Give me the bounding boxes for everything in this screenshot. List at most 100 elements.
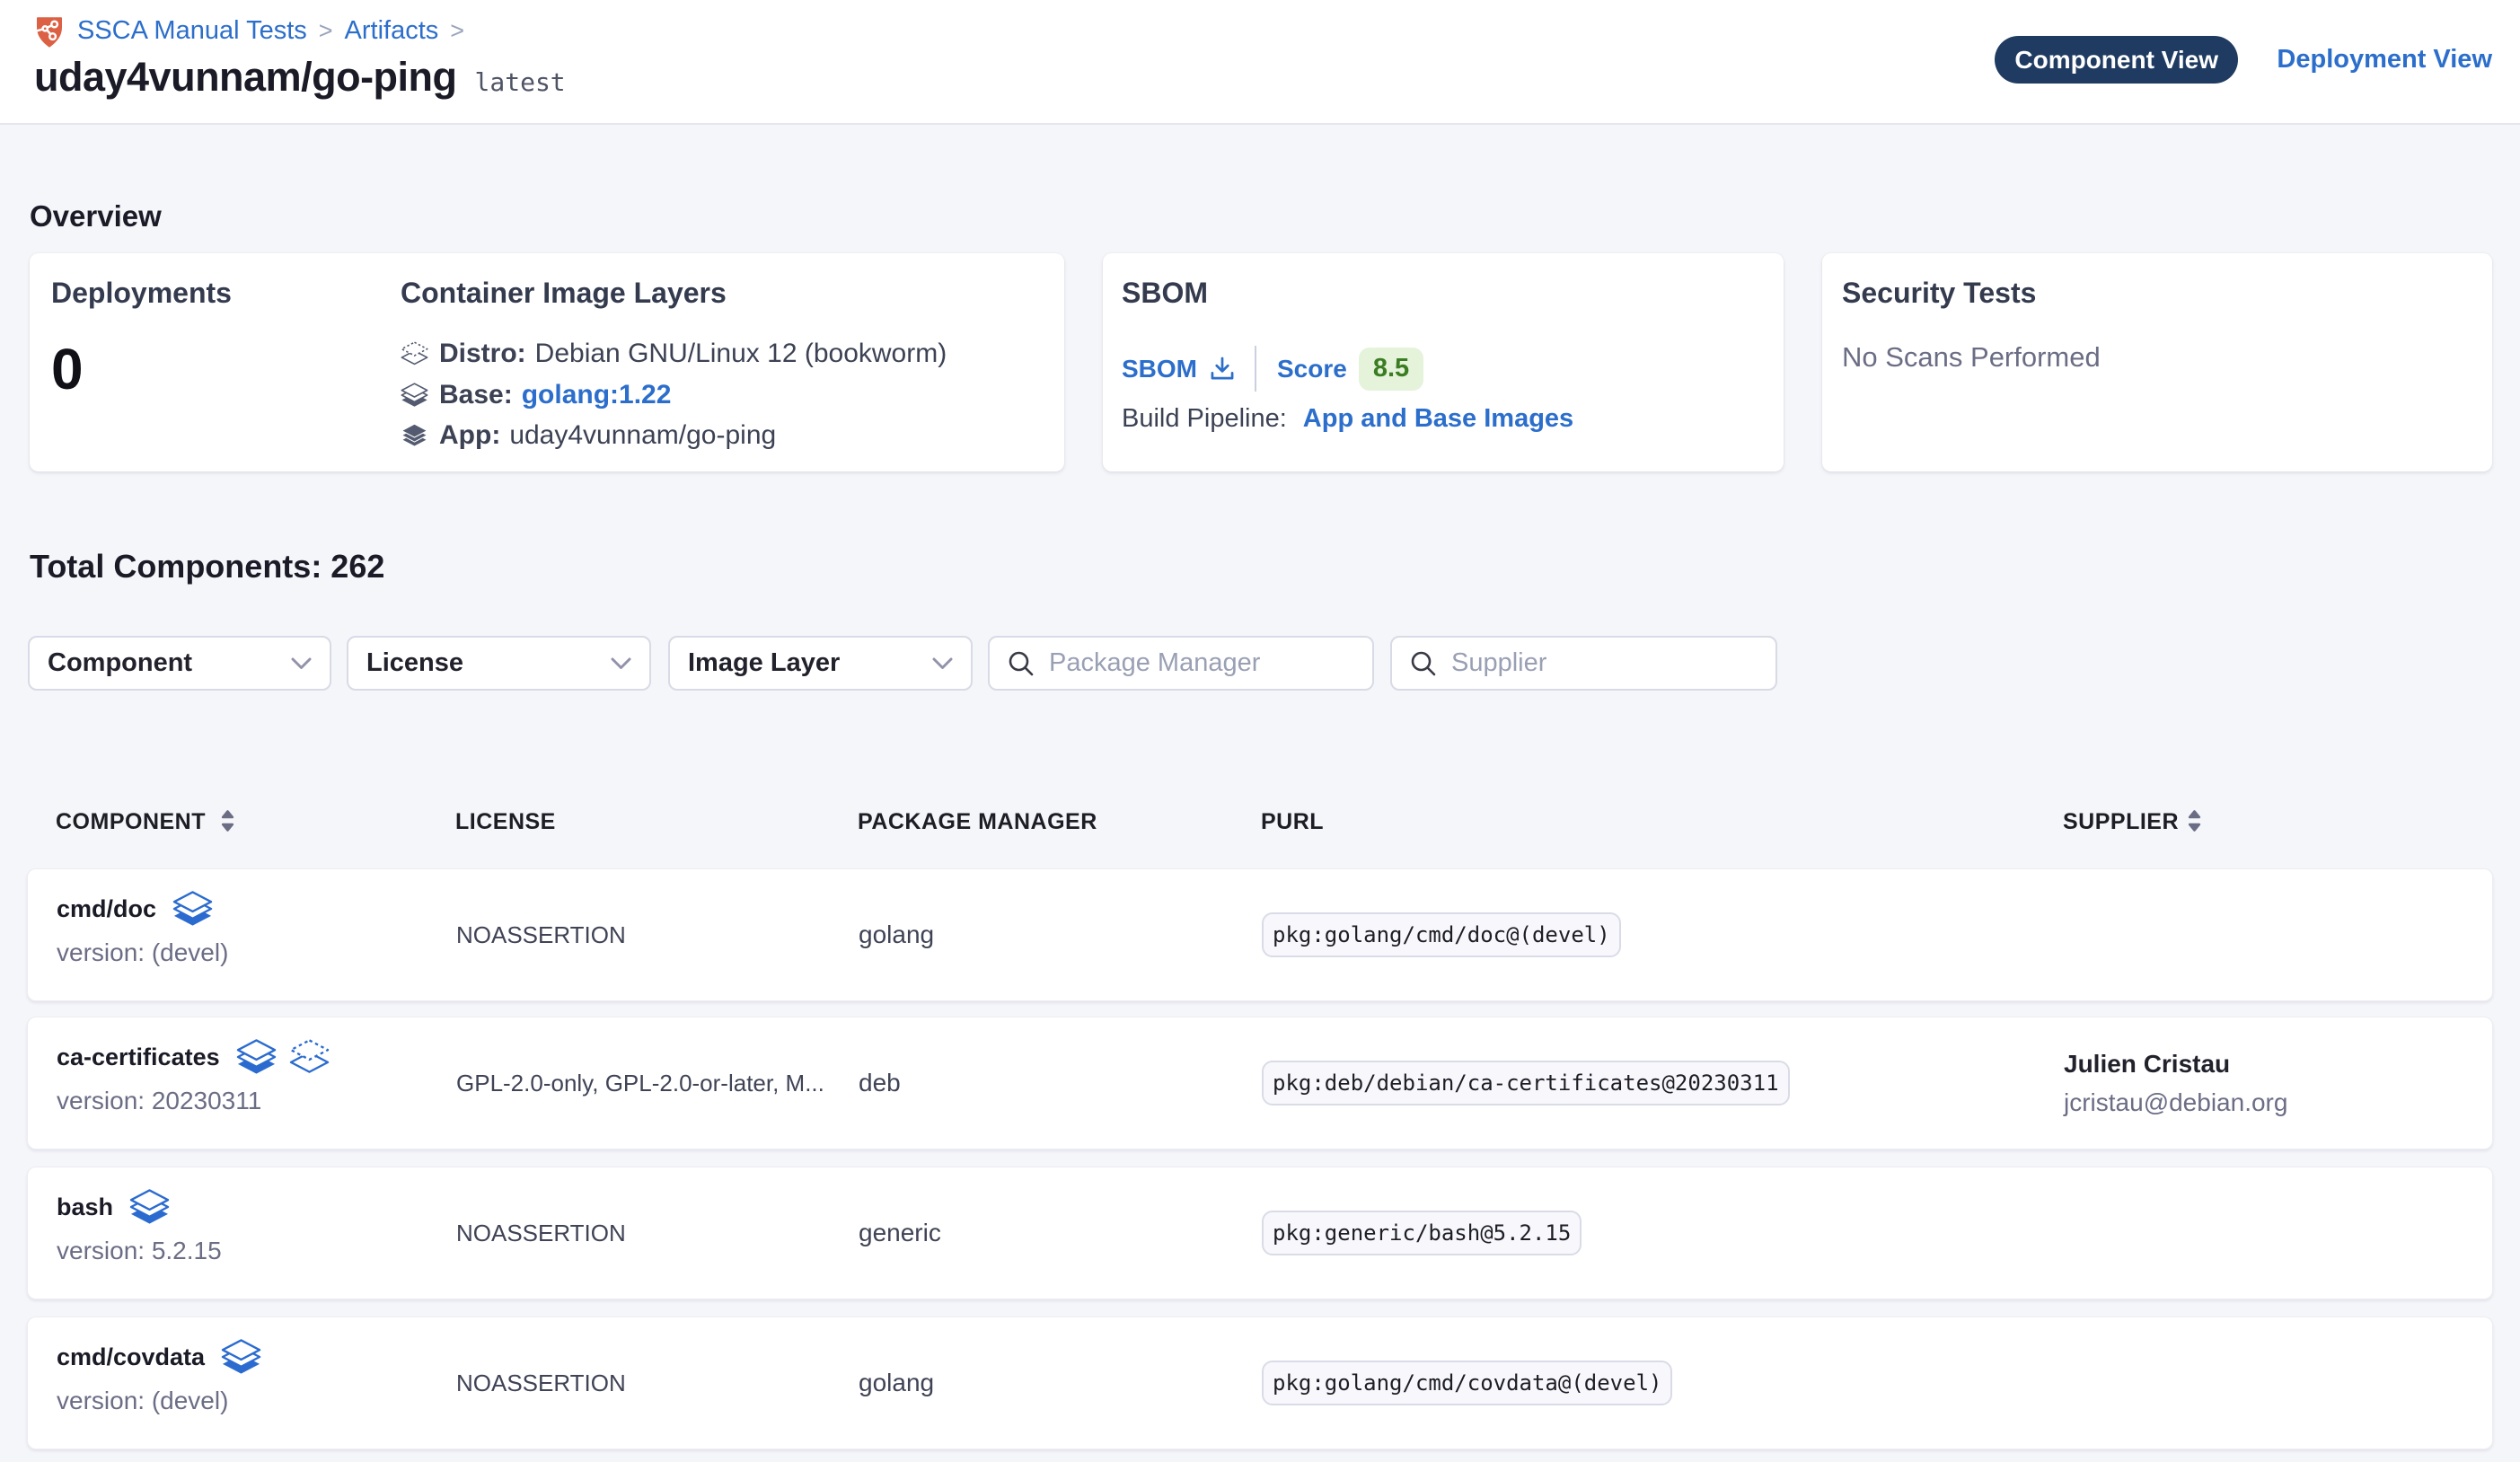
component-name[interactable]: ca-certificates — [57, 1044, 220, 1071]
supplier-cell: Julien Cristau jcristau@debian.org — [2064, 1017, 2287, 1149]
table-row[interactable]: cmd/doc version: (devel) NOASSERTION gol… — [27, 868, 2493, 1001]
page-title: uday4vunnam/go-ping — [34, 54, 457, 101]
purl-pill: pkg:generic/bash@5.2.15 — [1262, 1211, 1582, 1255]
column-header-component[interactable]: COMPONENT — [56, 809, 206, 835]
component-view-button[interactable]: Component View — [1995, 36, 2238, 84]
sbom-download-link[interactable]: SBOM — [1122, 355, 1197, 383]
package-manager-cell: golang — [859, 1317, 934, 1449]
table-row[interactable]: cmd/covdata version: (devel) NOASSERTION… — [27, 1317, 2493, 1449]
download-icon[interactable] — [1211, 357, 1234, 381]
sbom-title: SBOM — [1122, 277, 1208, 310]
component-cell: ca-certificates version: 20230311 — [57, 1039, 330, 1115]
component-cell: cmd/doc version: (devel) — [57, 891, 228, 967]
page-header: SSCA Manual Tests > Artifacts > uday4vun… — [0, 0, 2520, 125]
app-label: App: — [439, 420, 500, 451]
purl-pill: pkg:deb/debian/ca-certificates@20230311 — [1262, 1061, 1790, 1105]
build-pipeline-row: Build Pipeline: App and Base Images — [1122, 401, 1573, 436]
component-version: version: (devel) — [57, 938, 228, 967]
no-scans-text: No Scans Performed — [1842, 341, 2101, 374]
component-version: version: 20230311 — [57, 1087, 330, 1115]
title-row: uday4vunnam/go-ping latest — [34, 54, 566, 101]
chevron-down-icon — [932, 657, 953, 670]
build-pipeline-label: Build Pipeline: — [1122, 404, 1287, 434]
distro-layers-icon — [289, 1038, 330, 1076]
package-manager-cell: generic — [859, 1167, 941, 1299]
deployment-view-button[interactable]: Deployment View — [2277, 36, 2492, 84]
column-header-purl: PURL — [1261, 809, 1324, 835]
license-filter-dropdown[interactable]: License — [347, 636, 651, 691]
component-name[interactable]: cmd/covdata — [57, 1343, 205, 1371]
breadcrumb-link-artifacts[interactable]: Artifacts — [345, 16, 439, 46]
base-layers-icon — [221, 1338, 261, 1376]
breadcrumb: SSCA Manual Tests > Artifacts > — [34, 13, 476, 48]
license-cell: GPL-2.0-only, GPL-2.0-or-later, M... — [456, 1017, 824, 1149]
breadcrumb-link-project[interactable]: SSCA Manual Tests — [77, 16, 307, 46]
package-manager-search[interactable]: Package Manager — [988, 636, 1374, 691]
total-components-title: Total Components: 262 — [30, 548, 384, 586]
component-name-line: ca-certificates — [57, 1039, 330, 1075]
overview-section-title: Overview — [30, 199, 162, 233]
breadcrumb-separator-icon: > — [319, 17, 333, 45]
column-header-supplier[interactable]: SUPPLIER — [2063, 809, 2179, 835]
search-icon — [1007, 649, 1035, 678]
supplier-email: jcristau@debian.org — [2064, 1088, 2287, 1117]
component-filter-dropdown[interactable]: Component — [28, 636, 331, 691]
component-filter-label: Component — [48, 648, 192, 678]
ssca-shield-icon — [34, 13, 65, 48]
chevron-down-icon — [611, 657, 631, 670]
component-name[interactable]: bash — [57, 1193, 113, 1221]
distro-value: Debian GNU/Linux 12 (bookworm) — [535, 339, 947, 369]
column-header-package-manager: PACKAGE MANAGER — [858, 809, 1097, 835]
layer-row-app: App: uday4vunnam/go-ping — [401, 416, 776, 455]
container-image-layers-title: Container Image Layers — [401, 277, 727, 310]
score-badge: 8.5 — [1359, 348, 1423, 391]
table-row[interactable]: bash version: 5.2.15 NOASSERTION generic… — [27, 1167, 2493, 1299]
package-manager-cell: golang — [859, 869, 934, 1000]
purl-cell: pkg:generic/bash@5.2.15 — [1262, 1167, 1582, 1299]
supplier-placeholder: Supplier — [1451, 648, 1546, 678]
component-version: version: (devel) — [57, 1387, 261, 1415]
base-layers-icon — [236, 1038, 277, 1076]
view-toggle: Component View — [1995, 36, 2238, 84]
chevron-down-icon — [291, 657, 312, 670]
build-pipeline-link[interactable]: App and Base Images — [1303, 404, 1573, 434]
supplier-search[interactable]: Supplier — [1390, 636, 1777, 691]
component-version: version: 5.2.15 — [57, 1237, 222, 1265]
component-name[interactable]: cmd/doc — [57, 895, 156, 923]
security-tests-title: Security Tests — [1842, 277, 2036, 310]
base-label: Base: — [439, 380, 513, 410]
app-layers-icon — [401, 422, 428, 449]
distro-layers-icon — [401, 340, 428, 367]
component-name-line: cmd/covdata — [57, 1339, 261, 1375]
artifact-page: SSCA Manual Tests > Artifacts > uday4vun… — [0, 0, 2520, 1462]
app-value: uday4vunnam/go-ping — [509, 420, 776, 451]
layer-row-base: Base: golang:1.22 — [401, 375, 671, 415]
purl-pill: pkg:golang/cmd/doc@(devel) — [1262, 912, 1621, 957]
sort-icon-supplier[interactable] — [2185, 808, 2204, 833]
base-layers-icon — [401, 382, 428, 409]
vertical-divider — [1255, 346, 1256, 392]
security-tests-card: Security Tests No Scans Performed — [1822, 253, 2492, 471]
license-filter-label: License — [366, 648, 463, 678]
distro-label: Distro: — [439, 339, 526, 369]
license-cell: NOASSERTION — [456, 1317, 626, 1449]
sbom-row: SBOM Score 8.5 — [1122, 344, 1423, 393]
base-image-link[interactable]: golang:1.22 — [522, 380, 672, 410]
artifact-tag: latest — [475, 67, 566, 97]
package-manager-cell: deb — [859, 1017, 901, 1149]
component-name-line: bash — [57, 1189, 222, 1225]
license-cell: NOASSERTION — [456, 869, 626, 1000]
column-header-license: LICENSE — [455, 809, 556, 835]
supplier-name: Julien Cristau — [2064, 1050, 2287, 1079]
image-layer-filter-dropdown[interactable]: Image Layer — [668, 636, 973, 691]
breadcrumb-separator-icon: > — [450, 17, 464, 45]
sort-icon-component[interactable] — [218, 808, 237, 833]
table-row[interactable]: ca-certificates version: 20230311 GPL-2.… — [27, 1017, 2493, 1149]
purl-cell: pkg:deb/debian/ca-certificates@20230311 — [1262, 1017, 1790, 1149]
deployments-layers-card: Deployments 0 Container Image Layers Dis… — [30, 253, 1064, 471]
purl-cell: pkg:golang/cmd/doc@(devel) — [1262, 869, 1621, 1000]
component-name-line: cmd/doc — [57, 891, 228, 927]
score-label: Score — [1277, 355, 1347, 383]
package-manager-placeholder: Package Manager — [1049, 648, 1260, 678]
deployments-count: 0 — [51, 336, 84, 402]
